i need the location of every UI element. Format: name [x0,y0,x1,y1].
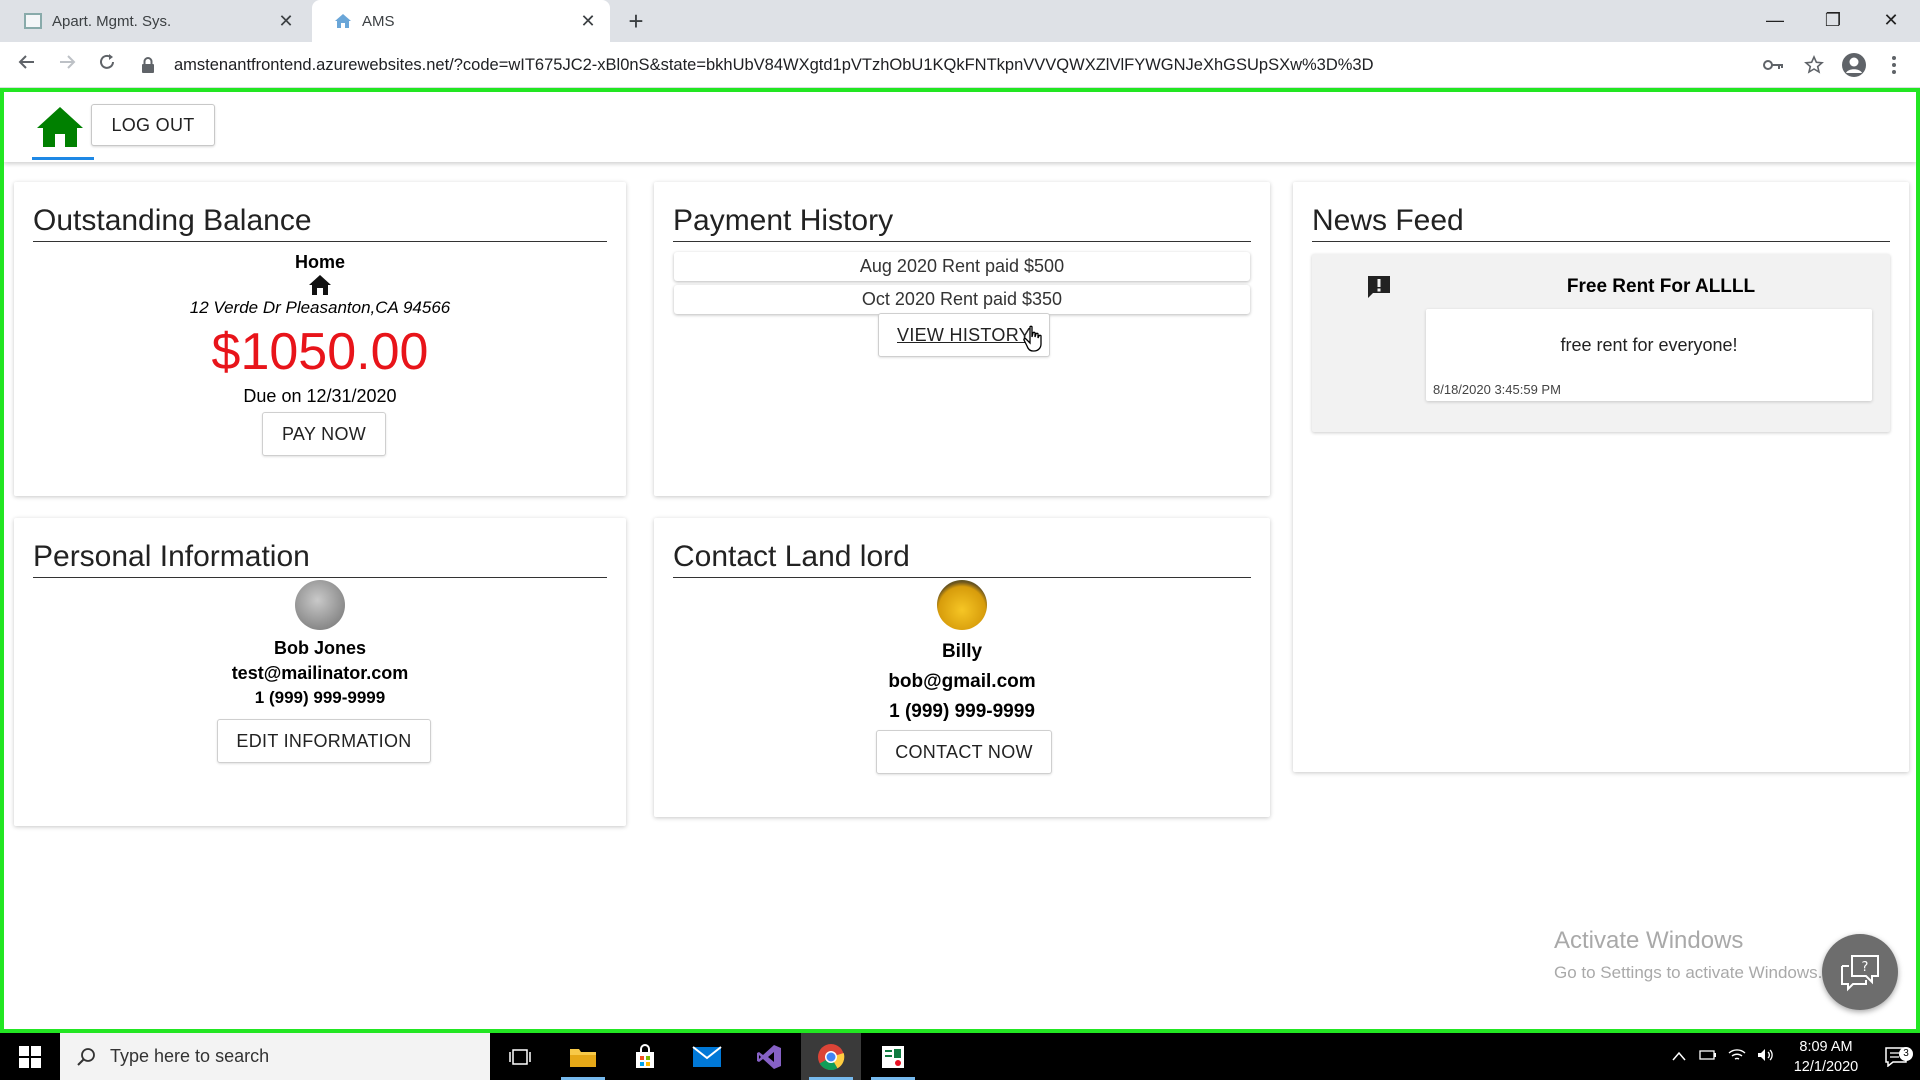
close-window-button[interactable]: ✕ [1862,0,1920,40]
forward-icon[interactable] [52,50,82,80]
lock-icon[interactable] [140,56,158,74]
tenant-email: test@mailinator.com [231,663,409,683]
close-tab-icon[interactable]: ✕ [578,11,598,32]
card-title: News Feed [1312,204,1890,242]
file-explorer-icon[interactable] [553,1033,613,1080]
news-feed-card: News Feed Free Rent For ALLLL free rent … [1293,182,1909,772]
url-text: amstenantfrontend.azurewebsites.net/?cod… [174,55,1374,74]
landlord-name: Billy [941,641,983,662]
property-name: Home [294,252,345,272]
tab-title: Apart. Mgmt. Sys. [52,12,172,30]
landlord-email: bob@gmail.com [888,671,1036,692]
clock-date: 12/1/2020 [1793,1058,1859,1075]
chat-icon: ? [1841,955,1879,992]
personal-information-card: Personal Information Bob Jones test@mail… [14,518,626,826]
visual-studio-icon[interactable] [739,1033,799,1080]
browser-toolbar: amstenantfrontend.azurewebsites.net/?cod… [0,42,1920,88]
tab-ams[interactable]: AMS ✕ [312,0,610,42]
back-icon[interactable] [12,50,42,80]
store-icon[interactable] [615,1033,675,1080]
contact-now-button[interactable]: CONTACT NOW [876,730,1052,774]
edit-information-button[interactable]: EDIT INFORMATION [217,719,431,763]
active-tab-indicator [32,157,94,160]
house-icon [14,274,626,296]
news-text: free rent for everyone! [1560,335,1738,355]
restore-button[interactable]: ❐ [1804,0,1862,40]
landlord-avatar [937,580,987,630]
close-tab-icon[interactable]: ✕ [276,11,296,32]
watermark-title: Activate Windows [1554,927,1744,954]
contact-landlord-card: Contact Land lord Billy bob@gmail.com 1 … [654,518,1270,817]
key-icon[interactable] [1758,50,1790,80]
news-body: free rent for everyone! 8/18/2020 3:45:5… [1426,309,1872,401]
card-title: Payment History [673,204,1251,242]
outstanding-balance-card: Outstanding Balance Home 12 Verde Dr Ple… [14,182,626,496]
card-title: Personal Information [33,540,607,578]
browser-tab-bar: Apart. Mgmt. Sys. ✕ AMS ✕ + — ❐ ✕ [0,0,1920,42]
windows-logo-icon [19,1045,41,1068]
watermark-subtitle: Go to Settings to activate Windows. [1554,963,1823,982]
avatar [295,580,345,630]
new-tab-button[interactable]: + [620,6,652,36]
bookmark-star-icon[interactable] [1798,50,1830,80]
pay-now-button[interactable]: PAY NOW [262,412,386,456]
notification-center-button[interactable]: 3 [1872,1046,1920,1067]
payment-item[interactable]: Aug 2020 Rent paid $500 [674,252,1250,281]
logout-button[interactable]: LOG OUT [91,104,215,146]
mail-icon[interactable] [677,1033,737,1080]
search-icon [77,1047,95,1066]
windows-taskbar: Type here to search 8:09 AM 12/1/2020 3 [0,1033,1920,1080]
home-icon [37,107,83,147]
profile-icon[interactable] [1838,50,1870,80]
hand-cursor-icon [1023,325,1045,358]
card-title: Outstanding Balance [33,204,607,242]
news-timestamp: 8/18/2020 3:45:59 PM [1433,382,1561,397]
landlord-phone: 1 (999) 999-9999 [889,701,1035,722]
page-viewport: LOG OUT Outstanding Balance Home 12 Verd… [0,88,1920,1033]
task-view-icon[interactable] [490,1033,550,1080]
svg-text:?: ? [1862,960,1869,975]
property-address: 12 Verde Dr Pleasanton,CA 94566 [189,298,451,317]
clock-time: 8:09 AM [1799,1038,1853,1055]
due-date: Due on 12/31/2020 [243,386,397,406]
tab-title: AMS [362,12,395,30]
notification-count-badge: 3 [1899,1046,1913,1061]
app-icon[interactable] [863,1033,923,1080]
payment-list: Aug 2020 Rent paid $500 Oct 2020 Rent pa… [674,252,1250,318]
address-field[interactable]: amstenantfrontend.azurewebsites.net/?cod… [140,48,1760,82]
reload-icon[interactable] [92,50,122,80]
payment-item[interactable]: Oct 2020 Rent paid $350 [674,285,1250,314]
clock[interactable]: 8:09 AM 12/1/2020 [1780,1037,1872,1077]
announcement-icon [1366,274,1392,305]
payment-history-card: Payment History Aug 2020 Rent paid $500 … [654,182,1270,496]
battery-icon[interactable] [1693,1048,1722,1065]
balance-amount: $1050.00 [211,323,429,381]
tab-apart-mgmt-sys[interactable]: Apart. Mgmt. Sys. ✕ [2,0,308,42]
activate-windows-watermark: Activate Windows Go to Settings to activ… [1554,927,1822,983]
chrome-icon[interactable] [801,1033,861,1080]
feedback-chat-button[interactable]: ? [1822,934,1898,1010]
wifi-icon[interactable] [1722,1048,1751,1066]
document-icon [24,13,42,29]
minimize-button[interactable]: — [1746,0,1804,40]
more-menu-icon[interactable] [1878,50,1910,80]
search-placeholder: Type here to search [110,1046,270,1066]
toolbar-right-icons [1758,50,1910,80]
card-title: Contact Land lord [673,540,1251,578]
news-title: Free Rent For ALLLL [1566,276,1756,297]
app-header: LOG OUT [4,92,1916,162]
volume-icon[interactable] [1751,1048,1780,1066]
taskbar-search-input[interactable]: Type here to search [60,1033,490,1080]
news-item[interactable]: Free Rent For ALLLL free rent for everyo… [1312,254,1890,432]
tenant-phone: 1 (999) 999-9999 [254,688,386,707]
window-controls: — ❐ ✕ [1746,0,1920,42]
system-tray: 8:09 AM 12/1/2020 3 [1664,1033,1920,1080]
start-button[interactable] [0,1033,60,1080]
home-button[interactable] [32,100,88,154]
home-favicon-icon [334,13,352,29]
chevron-up-icon[interactable] [1664,1048,1693,1065]
tenant-name: Bob Jones [273,638,366,658]
